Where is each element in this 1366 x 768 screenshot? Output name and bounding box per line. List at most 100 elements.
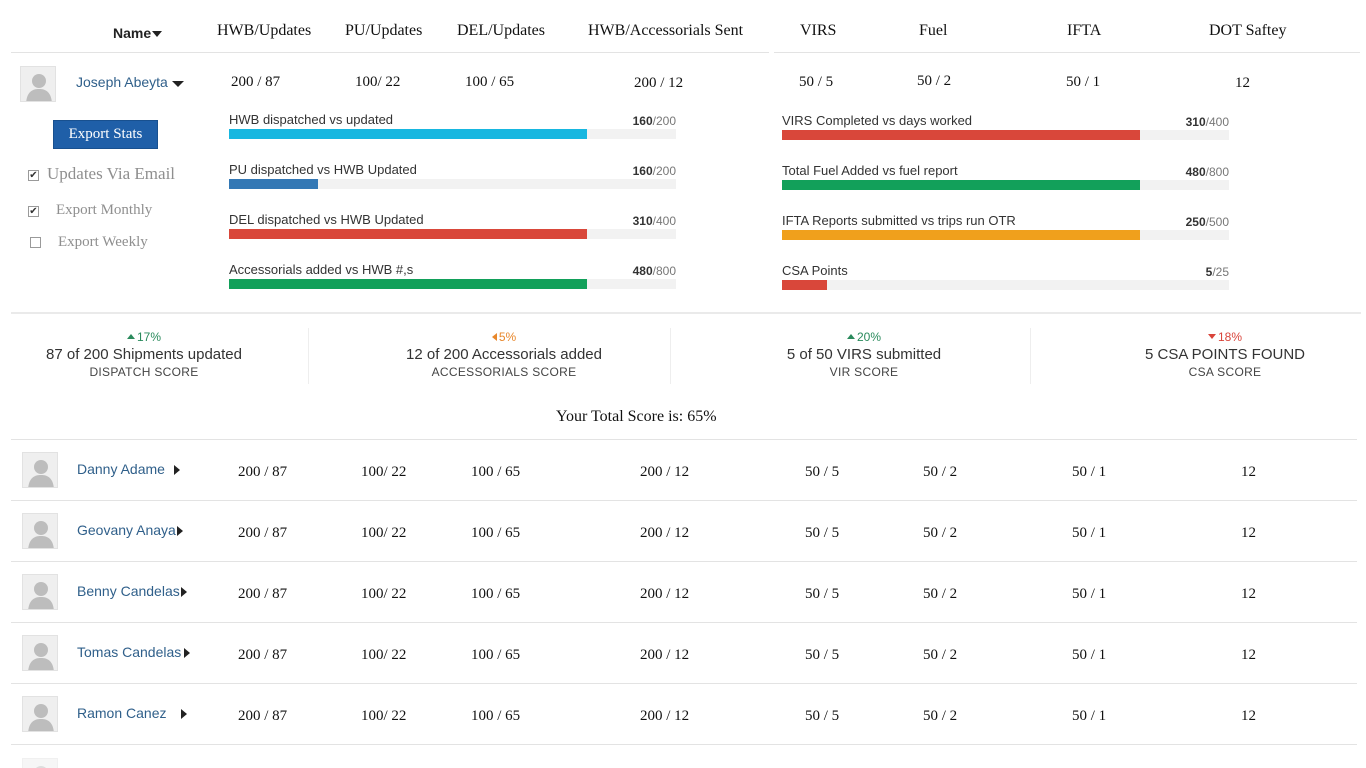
user-silhouette-icon (21, 67, 55, 101)
del-value: 100 / 65 (471, 525, 521, 541)
progress-fill (229, 129, 587, 139)
progress-value: 250/500 (1185, 215, 1229, 229)
sort-caret-down-icon[interactable] (152, 31, 163, 38)
row-divider (11, 500, 1357, 501)
expand-caret-icon[interactable] (184, 648, 190, 658)
fuel-value: 50 / 2 (917, 73, 952, 89)
progress-value: 310/400 (1185, 115, 1229, 129)
score-caption: CSA SCORE (1188, 365, 1262, 379)
driver-name-link[interactable]: Danny Adame (77, 461, 165, 477)
accessorials-value: 200 / 12 (640, 647, 690, 663)
progress-fuel: Total Fuel Added vs fuel report 480/800 (782, 163, 1229, 190)
checkbox-export-monthly[interactable]: ✔ (28, 206, 39, 217)
dot-value: 12 (1241, 708, 1256, 724)
ifta-value: 50 / 1 (1072, 708, 1107, 724)
collapse-caret-icon[interactable] (172, 81, 184, 87)
column-header-del: DEL/Updates (457, 22, 545, 39)
accessorials-value: 200 / 12 (634, 75, 684, 91)
progress-label: PU dispatched vs HWB Updated (229, 162, 417, 177)
score-divider (670, 328, 671, 384)
ifta-value: 50 / 1 (1072, 647, 1107, 663)
progress-label: IFTA Reports submitted vs trips run OTR (782, 213, 1016, 228)
column-header-name[interactable]: Name (113, 25, 163, 41)
progress-value: 5/25 (1205, 265, 1229, 279)
fuel-value: 50 / 2 (923, 647, 958, 663)
column-header-ifta: IFTA (1067, 22, 1102, 39)
ifta-value: 50 / 1 (1066, 74, 1101, 90)
progress-fill (782, 180, 1140, 190)
driver-name-link[interactable]: Geovany Anaya (77, 522, 176, 538)
dot-value: 12 (1235, 75, 1250, 91)
progress-track (782, 280, 1229, 290)
score-divider (308, 328, 309, 384)
hwb-value: 200 / 87 (238, 647, 288, 663)
expand-caret-icon[interactable] (181, 587, 187, 597)
score-card-csa: 18% 5 CSA POINTS FOUND CSA SCORE (1091, 330, 1359, 379)
option-label: Updates Via Email (47, 164, 176, 183)
progress-track (229, 279, 676, 289)
total-score: Your Total Score is: 65% (556, 408, 717, 425)
column-header-fuel: Fuel (919, 22, 948, 39)
checkbox-updates-email[interactable]: ✔ (28, 170, 39, 181)
section-divider (11, 312, 1361, 314)
avatar (22, 696, 58, 732)
hwb-value: 200 / 87 (231, 74, 281, 90)
progress-csa: CSA Points 5/25 (782, 263, 1229, 290)
virs-value: 50 / 5 (805, 525, 840, 541)
driver-name-link[interactable]: Tomas Candelas (77, 644, 181, 660)
column-header-virs: VIRS (800, 22, 837, 39)
score-card-dispatch: 17% 87 of 200 Shipments updated DISPATCH… (11, 330, 277, 379)
progress-track (229, 129, 676, 139)
fuel-value: 50 / 2 (923, 525, 958, 541)
score-card-vir: 20% 5 of 50 VIRS submitted VIR SCORE (730, 330, 998, 379)
progress-value: 480/800 (632, 264, 676, 278)
row-divider (11, 439, 1357, 440)
expand-caret-icon[interactable] (177, 526, 183, 536)
progress-ifta: IFTA Reports submitted vs trips run OTR … (782, 213, 1229, 240)
expand-caret-icon[interactable] (174, 465, 180, 475)
virs-value: 50 / 5 (805, 708, 840, 724)
export-stats-button[interactable]: Export Stats (53, 120, 158, 149)
progress-label: DEL dispatched vs HWB Updated (229, 212, 424, 227)
ifta-value: 50 / 1 (1072, 525, 1107, 541)
driver-name-link[interactable]: Benny Candelas (77, 583, 180, 599)
user-silhouette-icon (23, 453, 57, 487)
row-divider (11, 561, 1357, 562)
progress-accessorials: Accessorials added vs HWB #,s 480/800 (229, 262, 676, 289)
dot-value: 12 (1241, 464, 1256, 480)
user-silhouette-icon (23, 514, 57, 548)
progress-track (229, 179, 676, 189)
pu-value: 100/ 22 (361, 586, 407, 602)
accessorials-value: 200 / 12 (640, 586, 690, 602)
score-change: 18% (1091, 330, 1359, 345)
user-silhouette-icon (23, 636, 57, 670)
accessorials-value: 200 / 12 (640, 525, 690, 541)
pu-value: 100/ 22 (361, 464, 407, 480)
virs-value: 50 / 5 (805, 647, 840, 663)
user-silhouette-icon (23, 575, 57, 609)
driver-name-link[interactable]: Ramon Canez (77, 705, 167, 721)
progress-value: 160/200 (632, 114, 676, 128)
score-divider (1030, 328, 1031, 384)
trend-up-icon (846, 334, 855, 340)
score-headline: 87 of 200 Shipments updated (46, 346, 242, 363)
del-value: 100 / 65 (471, 647, 521, 663)
score-change: 5% (370, 330, 638, 345)
score-change: 17% (11, 330, 277, 345)
progress-track (782, 180, 1229, 190)
trend-neutral-icon (491, 332, 497, 341)
fuel-value: 50 / 2 (923, 708, 958, 724)
score-headline: 12 of 200 Accessorials added (406, 346, 602, 363)
score-change: 20% (730, 330, 998, 345)
virs-value: 50 / 5 (805, 464, 840, 480)
expand-caret-icon[interactable] (181, 709, 187, 719)
driver-name-link[interactable]: Joseph Abeyta (76, 74, 168, 90)
dot-value: 12 (1241, 586, 1256, 602)
virs-value: 50 / 5 (799, 74, 834, 90)
pu-value: 100/ 22 (355, 74, 401, 90)
user-silhouette-icon (23, 697, 57, 731)
score-card-accessorials: 5% 12 of 200 Accessorials added ACCESSOR… (370, 330, 638, 379)
progress-label: VIRS Completed vs days worked (782, 113, 973, 128)
checkbox-export-weekly[interactable] (30, 237, 41, 248)
column-header-dot: DOT Saftey (1209, 22, 1287, 39)
